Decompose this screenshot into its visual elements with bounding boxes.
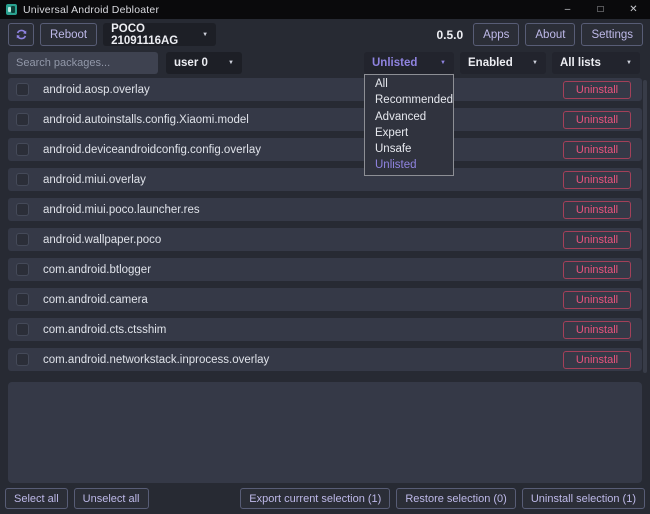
package-name: android.wallpaper.poco — [43, 233, 162, 246]
debloat-menu-item[interactable]: Recommended — [365, 92, 453, 108]
package-name: com.android.cts.ctsshim — [43, 323, 167, 336]
list-scrollbar[interactable] — [643, 80, 647, 373]
uninstall-button[interactable]: Uninstall — [563, 290, 631, 309]
package-name: android.miui.overlay — [43, 173, 146, 186]
package-row[interactable]: android.wallpaper.poco Uninstall — [8, 228, 642, 251]
uninstall-button[interactable]: Uninstall — [563, 110, 631, 129]
package-checkbox[interactable] — [16, 173, 29, 186]
uninstall-selection-button[interactable]: Uninstall selection (1) — [521, 488, 645, 509]
uninstall-button[interactable]: Uninstall — [563, 170, 631, 189]
package-name: android.aosp.overlay — [43, 83, 150, 96]
debloat-menu-item[interactable]: Unsafe — [365, 141, 453, 157]
debloat-menu-item[interactable]: All — [365, 76, 453, 92]
debloat-list-select[interactable]: Unlisted ▼ — [364, 52, 454, 74]
uninstall-button[interactable]: Uninstall — [563, 350, 631, 369]
package-row[interactable]: com.android.networkstack.inprocess.overl… — [8, 348, 642, 371]
window-controls: – □ ✕ — [551, 0, 650, 19]
package-name: android.miui.poco.launcher.res — [43, 203, 200, 216]
toolbar: Reboot POCO 21091116AG ▼ 0.5.0 Apps Abou… — [0, 19, 650, 50]
package-name: android.deviceandroidconfig.config.overl… — [43, 143, 262, 156]
lists-select-value: All lists — [560, 57, 601, 69]
debloat-select-value: Unlisted — [372, 57, 418, 69]
package-checkbox[interactable] — [16, 203, 29, 216]
reboot-button[interactable]: Reboot — [40, 23, 98, 46]
chevron-down-icon: ▼ — [440, 60, 446, 66]
window-title: Universal Android Debloater — [23, 3, 160, 16]
about-button[interactable]: About — [525, 23, 576, 46]
state-select[interactable]: Enabled ▼ — [460, 52, 546, 74]
refresh-button[interactable] — [8, 23, 34, 46]
version-label: 0.5.0 — [436, 27, 464, 42]
minimize-button[interactable]: – — [551, 0, 584, 19]
footer-right-group: Export current selection (1) Restore sel… — [240, 488, 645, 509]
package-checkbox[interactable] — [16, 263, 29, 276]
uninstall-button[interactable]: Uninstall — [563, 320, 631, 339]
package-row[interactable]: android.miui.poco.launcher.res Uninstall — [8, 198, 642, 221]
uninstall-button[interactable]: Uninstall — [563, 260, 631, 279]
chevron-down-icon: ▼ — [626, 60, 632, 66]
chevron-down-icon: ▼ — [532, 60, 538, 66]
search-input[interactable] — [8, 52, 158, 74]
package-row[interactable]: com.android.camera Uninstall — [8, 288, 642, 311]
package-name: com.android.btlogger — [43, 263, 152, 276]
package-list: android.aosp.overlay Uninstall android.a… — [8, 78, 642, 371]
uninstall-button[interactable]: Uninstall — [563, 140, 631, 159]
maximize-button[interactable]: □ — [584, 0, 617, 19]
restore-selection-button[interactable]: Restore selection (0) — [396, 488, 516, 509]
device-select-value: POCO 21091116AG — [111, 22, 179, 47]
package-row[interactable]: android.autoinstalls.config.Xiaomi.model… — [8, 108, 642, 131]
lists-select[interactable]: All lists ▼ — [552, 52, 640, 74]
titlebar: Universal Android Debloater – □ ✕ — [0, 0, 650, 19]
package-row[interactable]: android.miui.overlay Uninstall — [8, 168, 642, 191]
debloat-menu-item[interactable]: Unlisted — [365, 157, 453, 173]
package-name: android.autoinstalls.config.Xiaomi.model — [43, 113, 249, 126]
user-select[interactable]: user 0 ▼ — [166, 52, 242, 74]
apps-button[interactable]: Apps — [473, 23, 520, 46]
package-checkbox[interactable] — [16, 293, 29, 306]
package-checkbox[interactable] — [16, 113, 29, 126]
unselect-all-button[interactable]: Unselect all — [73, 488, 149, 509]
filter-bar: user 0 ▼ Unlisted ▼ Enabled ▼ All lists … — [0, 50, 650, 76]
debloat-menu-item[interactable]: Expert — [365, 125, 453, 141]
package-row[interactable]: com.android.cts.ctsshim Uninstall — [8, 318, 642, 341]
uninstall-button[interactable]: Uninstall — [563, 200, 631, 219]
package-checkbox[interactable] — [16, 83, 29, 96]
footer-bar: Select all Unselect all Export current s… — [0, 483, 650, 514]
package-checkbox[interactable] — [16, 143, 29, 156]
package-name: com.android.networkstack.inprocess.overl… — [43, 353, 270, 366]
package-name: com.android.camera — [43, 293, 148, 306]
refresh-icon — [16, 29, 26, 40]
package-checkbox[interactable] — [16, 353, 29, 366]
package-row[interactable]: com.android.btlogger Uninstall — [8, 258, 642, 281]
user-select-value: user 0 — [174, 57, 208, 69]
select-all-button[interactable]: Select all — [5, 488, 68, 509]
device-select[interactable]: POCO 21091116AG ▼ — [103, 22, 217, 47]
export-selection-button[interactable]: Export current selection (1) — [240, 488, 391, 509]
settings-button[interactable]: Settings — [581, 23, 643, 46]
package-checkbox[interactable] — [16, 323, 29, 336]
package-row[interactable]: android.aosp.overlay Uninstall — [8, 78, 642, 101]
debloat-menu: All Recommended Advanced Expert Unsafe U… — [364, 74, 454, 176]
state-select-value: Enabled — [468, 57, 513, 69]
uninstall-button[interactable]: Uninstall — [563, 80, 631, 99]
package-checkbox[interactable] — [16, 233, 29, 246]
app-logo-icon — [6, 4, 17, 15]
debloat-menu-item[interactable]: Advanced — [365, 109, 453, 125]
close-button[interactable]: ✕ — [617, 0, 650, 19]
chevron-down-icon: ▼ — [228, 60, 234, 66]
description-panel — [8, 382, 642, 483]
chevron-down-icon: ▼ — [202, 31, 209, 38]
package-row[interactable]: android.deviceandroidconfig.config.overl… — [8, 138, 642, 161]
uninstall-button[interactable]: Uninstall — [563, 230, 631, 249]
